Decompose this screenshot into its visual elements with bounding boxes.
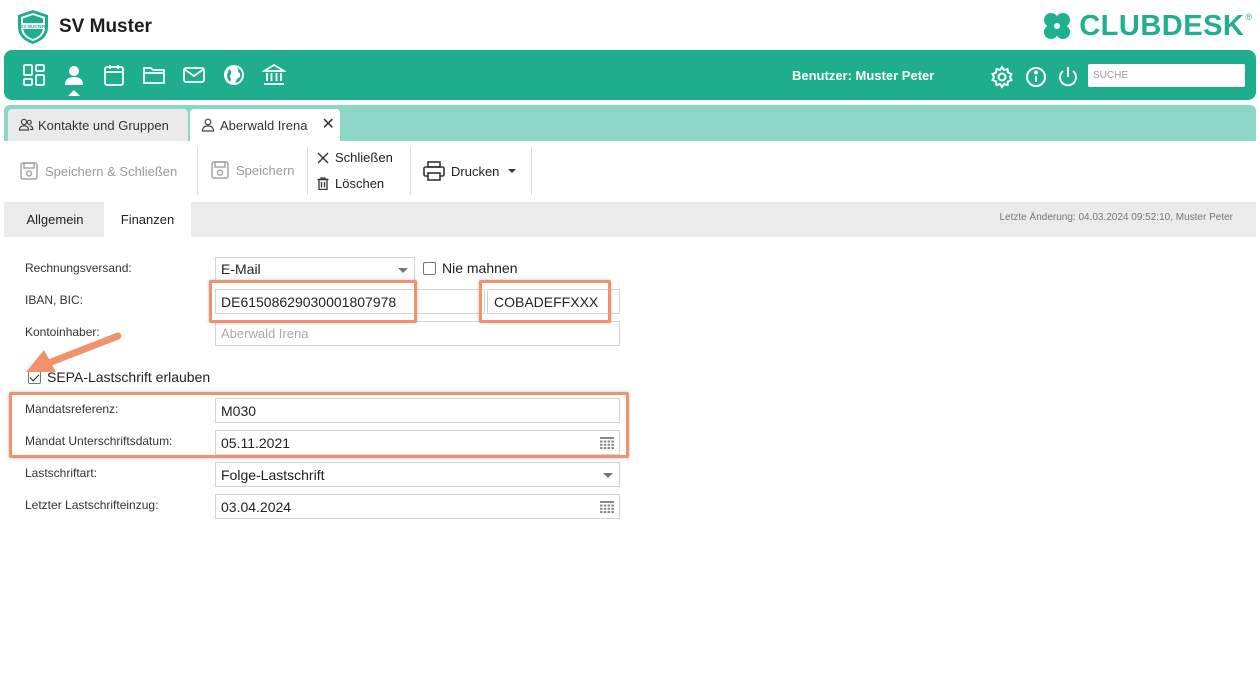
print-button[interactable]: Drucken	[423, 161, 517, 181]
toolbar-divider	[197, 147, 198, 195]
toolbar-divider	[531, 147, 532, 195]
chevron-down-icon	[508, 169, 517, 173]
current-user: Benutzer: Muster Peter	[792, 68, 935, 83]
save-close-button[interactable]: Speichern & Schließen	[19, 161, 177, 181]
trash-icon	[317, 177, 329, 190]
globe-icon[interactable]	[222, 63, 246, 87]
save-button[interactable]: Speichern	[210, 160, 295, 180]
close-button[interactable]: Schließen	[317, 150, 393, 165]
printer-icon	[423, 161, 445, 181]
x-icon	[317, 152, 329, 163]
account-holder-field[interactable]: Aberwald Irena	[215, 321, 620, 346]
group-icon	[18, 118, 34, 131]
calendar-icon[interactable]	[102, 63, 126, 87]
debit-type-select[interactable]: Folge-Lastschrift	[215, 462, 620, 487]
toolbar: Speichern & Schließen Speichern Schließe…	[0, 141, 1260, 199]
document-tab-strip: Kontakte und Gruppen Aberwald Irena ✕	[4, 105, 1256, 141]
folder-icon[interactable]	[142, 63, 166, 87]
last-debit-field[interactable]: 03.04.2024	[215, 494, 620, 519]
tab-allgemein[interactable]: Allgemein	[4, 202, 106, 237]
contacts-icon[interactable]	[62, 63, 86, 87]
close-tab-icon[interactable]: ✕	[321, 117, 334, 133]
mandate-highlight-box	[9, 392, 629, 458]
club-name: SV Muster	[59, 16, 152, 37]
iban-bic-label: IBAN, BIC:	[25, 293, 84, 307]
tab-label: Kontakte und Gruppen	[38, 117, 169, 133]
never-remind-checkbox[interactable]	[423, 262, 436, 275]
tab-aberwald-irena[interactable]: Aberwald Irena ✕	[190, 109, 340, 141]
calendar-picker-icon[interactable]	[600, 501, 614, 513]
bic-highlight-box	[479, 280, 611, 323]
logo-text: SV MUSTER	[21, 24, 45, 29]
iban-highlight-box	[209, 280, 417, 323]
person-icon	[201, 118, 215, 132]
invoice-delivery-label: Rechnungsversand:	[25, 261, 132, 275]
toolbar-divider	[307, 147, 308, 195]
clubdesk-brand: CLUBDESK ®	[1041, 10, 1252, 42]
gear-icon[interactable]	[990, 65, 1013, 89]
tab-contacts-groups[interactable]: Kontakte und Gruppen	[8, 109, 188, 141]
main-nav-bar: Benutzer: Muster Peter	[4, 50, 1256, 100]
brand-registered: ®	[1245, 12, 1252, 22]
power-icon[interactable]	[1056, 65, 1077, 87]
mail-icon[interactable]	[182, 63, 206, 87]
last-debit-label: Letzter Lastschrifteinzug:	[25, 498, 159, 512]
floppy-icon	[20, 162, 38, 180]
toolbar-divider	[410, 147, 411, 195]
tab-finanzen[interactable]: Finanzen	[104, 202, 191, 237]
club-logo: SV MUSTER	[15, 9, 51, 45]
invoice-delivery-select[interactable]: E-Mail	[215, 257, 415, 281]
brand-name: CLUBDESK	[1079, 9, 1245, 42]
last-change-info: Letzte Änderung: 04.03.2024 09:52:10, Mu…	[999, 212, 1234, 223]
section-tab-bar: Allgemein Finanzen Letzte Änderung: 04.0…	[4, 202, 1256, 237]
annotation-arrow-icon	[26, 332, 122, 372]
active-nav-indicator	[68, 90, 80, 96]
dashboard-icon[interactable]	[22, 63, 46, 87]
debit-type-label: Lastschriftart:	[25, 466, 98, 480]
bank-icon[interactable]	[260, 63, 288, 87]
never-remind-label: Nie mahnen	[442, 260, 518, 276]
floppy-icon	[211, 161, 229, 179]
app-header: SV MUSTER SV Muster CLUBDESK ®	[0, 0, 1260, 50]
clover-icon	[1044, 13, 1071, 39]
search-input[interactable]	[1088, 64, 1245, 87]
dropdown-arrow-icon	[398, 268, 408, 273]
info-icon[interactable]	[1024, 65, 1046, 87]
dropdown-arrow-icon	[603, 473, 613, 478]
delete-button[interactable]: Löschen	[317, 176, 384, 191]
tab-label: Aberwald Irena	[220, 117, 308, 133]
